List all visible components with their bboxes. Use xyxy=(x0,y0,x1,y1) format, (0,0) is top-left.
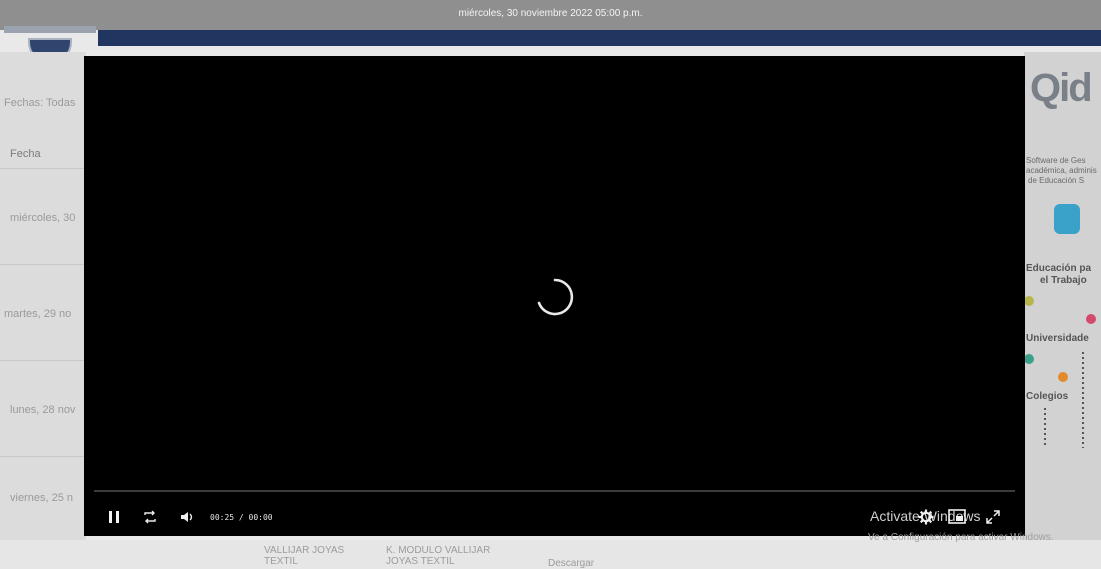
column-header-fecha: Fecha xyxy=(10,148,41,160)
compu-web-badge-icon xyxy=(1054,204,1080,234)
ad-line: Software de Ges xyxy=(1026,156,1086,165)
top-bar: miércoles, 30 noviembre 2022 05:00 p.m. xyxy=(0,0,1101,30)
player-controls: 00:25 / 00:00 Activate Windows xyxy=(84,503,1025,531)
ad-line: académica, adminis xyxy=(1026,166,1097,175)
time-display: 00:25 / 00:00 xyxy=(210,513,273,522)
settings-icon[interactable] xyxy=(918,509,934,525)
advertisement-panel[interactable]: Qid Software de Ges académica, adminis d… xyxy=(1024,52,1101,547)
picture-in-picture-icon[interactable] xyxy=(948,509,966,524)
datetime-label: miércoles, 30 noviembre 2022 05:00 p.m. xyxy=(458,8,643,19)
filter-label: Fechas: Todas xyxy=(4,97,76,109)
volume-icon[interactable] xyxy=(180,510,196,524)
qid-brand-logo: Qid xyxy=(1030,66,1093,110)
fullscreen-icon[interactable] xyxy=(986,510,1000,524)
date-row[interactable]: lunes, 28 nov xyxy=(10,404,75,416)
video-player[interactable]: 00:25 / 00:00 Activate Windows xyxy=(84,56,1025,536)
ad-heading: Educación pa xyxy=(1026,263,1092,274)
pause-icon[interactable] xyxy=(108,510,120,524)
date-column: Fechas: Todas Fecha miércoles, 30 martes… xyxy=(0,52,86,552)
loop-icon[interactable] xyxy=(142,510,158,524)
ad-heading: Colegios xyxy=(1026,391,1069,402)
date-row[interactable]: martes, 29 no xyxy=(4,308,71,320)
date-row[interactable]: viernes, 25 n xyxy=(10,492,73,504)
table-cell: VALLIJAR JOYAS TEXTIL xyxy=(264,545,345,567)
activate-windows-subtext: Ve a Configuración para activar Windows. xyxy=(868,532,1054,543)
ad-line: de Educación S xyxy=(1028,176,1085,185)
progress-bar[interactable] xyxy=(94,490,1015,492)
ad-heading: Universidade xyxy=(1026,333,1089,344)
ad-heading: el Trabajo xyxy=(1040,275,1087,286)
loading-spinner-icon xyxy=(537,278,574,316)
table-cell: K. MODULO VALLIJAR JOYAS TEXTIL xyxy=(386,545,491,567)
download-link[interactable]: Descargar xyxy=(548,558,594,569)
nav-strip xyxy=(98,30,1101,46)
date-row[interactable]: miércoles, 30 xyxy=(10,212,75,224)
